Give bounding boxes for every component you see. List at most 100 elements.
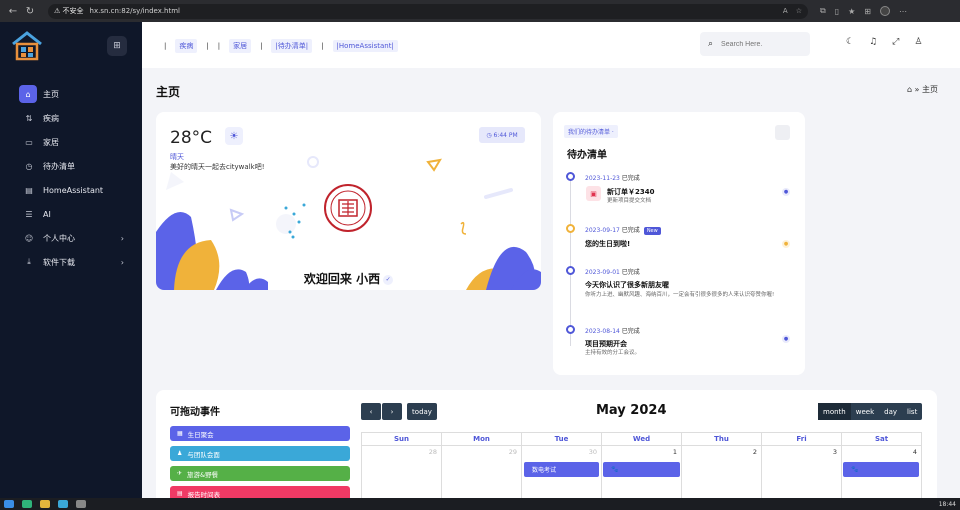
calendar-day-cell[interactable]: 1 🐾: [602, 446, 682, 498]
view-day-button[interactable]: day: [879, 403, 902, 420]
route-icon: ⇅: [25, 113, 33, 123]
prev-month-button[interactable]: ‹: [361, 403, 381, 420]
sidebar-item-profile[interactable]: ☺ 个人中心 ›: [0, 226, 142, 250]
calendar-event[interactable]: 🐾: [603, 462, 680, 477]
sidebar-item-todo[interactable]: ◷ 待办清单: [0, 154, 142, 178]
dark-mode-icon[interactable]: ☾: [846, 37, 854, 47]
sidebar-item-homeassistant[interactable]: ▤ HomeAssistant: [0, 178, 142, 202]
status-dot-icon: ●: [782, 188, 790, 196]
address-bar[interactable]: ⚠ 不安全 hx.sn.cn:82/sy/index.html A ☆: [48, 3, 808, 19]
todo-tag: 我们的待办清单 ·: [564, 125, 618, 138]
todo-options-button[interactable]: [775, 125, 790, 140]
folder-taskbar-icon[interactable]: [40, 500, 50, 508]
calendar-event[interactable]: 🐾: [843, 462, 919, 477]
draggable-event-birthday[interactable]: ▦ 生日聚会: [170, 426, 350, 441]
split-icon[interactable]: ▯: [835, 7, 839, 16]
header-bar: | 疾病 | | 家居 | |待办清单| | |HomeAssistant| ⌕…: [142, 22, 960, 68]
sidebar-item-home-furnishing[interactable]: ▭ 家居: [0, 130, 142, 154]
new-badge: New: [643, 227, 661, 235]
draggable-event-travel[interactable]: ✈ 旅游&野餐: [170, 466, 350, 481]
sun-icon: ☀: [225, 127, 243, 145]
status-dot-icon: ●: [782, 335, 790, 343]
timeline-subtitle: 更新项目提交文档: [607, 198, 652, 204]
sidebar-menu: ⌂ 主页 ⇅ 疾病 ▭ 家居 ◷ 待办清单 ▤ HomeAssistant ☰ …: [0, 82, 142, 274]
timeline-title: 新订单￥2340: [607, 188, 655, 196]
weekday-label: Sat: [874, 435, 889, 443]
download-icon: ⤓: [27, 257, 31, 266]
home-icon[interactable]: ⌂: [907, 85, 912, 94]
timeline-line: [570, 176, 571, 346]
user-icon[interactable]: ♙: [914, 37, 922, 47]
calendar-day-cell[interactable]: 30 数电考试: [522, 446, 602, 498]
sidebar-item-home[interactable]: ⌂ 主页: [0, 82, 142, 106]
grid-menu-button[interactable]: ⊞: [107, 36, 127, 56]
collections-icon[interactable]: ⊞: [864, 7, 871, 16]
calendar-day-cell[interactable]: 2: [682, 446, 762, 498]
report-icon: ▤: [177, 490, 183, 497]
app-root: ⊞ ⌂ 主页 ⇅ 疾病 ▭ 家居 ◷ 待办清单 ▤ HomeAssistant: [0, 22, 960, 498]
chevron-right-icon: ›: [120, 257, 124, 267]
draggable-event-report[interactable]: ▤ 报告时间表: [170, 486, 350, 498]
sidebar-item-ai[interactable]: ☰ AI: [0, 202, 142, 226]
calendar-weekday-header: Sun Mon Tue Wed Thu Fri Sat: [361, 432, 922, 446]
timeline-dot: [566, 224, 575, 233]
back-icon[interactable]: ←: [6, 4, 20, 18]
plane-icon: ✈: [177, 470, 183, 477]
chevron-right-icon: ›: [390, 407, 394, 416]
pdf-file-icon: ▣: [586, 186, 601, 201]
top-nav-todo[interactable]: |待办清单|: [271, 39, 313, 53]
security-warning: ⚠ 不安全: [54, 7, 84, 15]
app-taskbar-icon[interactable]: [58, 500, 68, 508]
next-month-button[interactable]: ›: [382, 403, 402, 420]
timeline-title: 您的生日到啦!: [585, 240, 631, 248]
timeline-subtitle: 主持有效的分工会议。: [585, 350, 641, 356]
calendar-day-cell[interactable]: 4 🐾: [842, 446, 921, 498]
sidebar-item-downloads[interactable]: ⤓ 软件下载 ›: [0, 250, 142, 274]
welcome-message: 欢迎回来 小西 ✓: [156, 270, 541, 287]
bell-icon[interactable]: ♫: [869, 37, 877, 47]
favorite-star-icon[interactable]: ☆: [796, 7, 802, 15]
read-aloud-icon[interactable]: A: [783, 7, 788, 15]
chevron-left-icon: ‹: [369, 407, 373, 416]
url-text: hx.sn.cn:82/sy/index.html: [89, 7, 181, 15]
menu-icon[interactable]: ⋯: [899, 7, 907, 16]
calendar-event[interactable]: 数电考试: [524, 462, 599, 477]
draggable-events-title: 可拖动事件: [170, 407, 220, 418]
sidebar-item-disease[interactable]: ⇅ 疾病: [0, 106, 142, 130]
extension-icon[interactable]: ⧉: [820, 6, 826, 16]
calendar-day-cell[interactable]: 3: [762, 446, 842, 498]
view-week-button[interactable]: week: [851, 403, 879, 420]
header-actions: ☾ ♫ ⤢ ♙: [846, 37, 922, 47]
server-icon: ▤: [25, 185, 33, 195]
calendar-week-row: 28 29 30 数电考试 1 🐾 2 3 4 🐾: [361, 446, 922, 498]
favorites-icon[interactable]: ★: [848, 7, 855, 16]
reload-icon[interactable]: ↻: [23, 4, 37, 18]
profile-avatar[interactable]: [880, 6, 890, 16]
temperature: 28°C: [170, 128, 213, 148]
today-button[interactable]: today: [407, 403, 437, 420]
view-list-button[interactable]: list: [902, 403, 922, 420]
view-month-button[interactable]: month: [818, 403, 851, 420]
browser-taskbar-icon[interactable]: [22, 500, 32, 508]
calendar-day-cell[interactable]: 29: [442, 446, 522, 498]
draggable-event-team[interactable]: ♟ 与团队会面: [170, 446, 350, 461]
top-nav: | 疾病 | | 家居 | |待办清单| | |HomeAssistant|: [164, 39, 398, 53]
weather-card: 28°C ☀ 晴天 美好的晴天一起去citywalk吧! ◷ 6:44 PM 欢…: [156, 112, 541, 290]
timeline-title: 今天你认识了很多新朋友喔: [585, 281, 669, 289]
top-nav-homeassistant[interactable]: |HomeAssistant|: [332, 40, 398, 52]
users-icon: ☺: [24, 233, 34, 243]
top-nav-home[interactable]: 家居: [229, 39, 252, 53]
timeline-title: 项目预期开会: [585, 340, 627, 348]
start-icon[interactable]: [4, 500, 14, 508]
calendar-day-cell[interactable]: 28: [362, 446, 442, 498]
verified-check-icon: ✓: [383, 274, 394, 285]
top-nav-disease[interactable]: 疾病: [175, 39, 198, 53]
fullscreen-icon[interactable]: ⤢: [892, 37, 899, 47]
app-taskbar-icon[interactable]: [76, 500, 86, 508]
weather-condition: 晴天: [170, 153, 184, 161]
calendar-view-switcher: month week day list: [818, 403, 923, 420]
search-input[interactable]: [721, 40, 802, 48]
monitor-icon: ▭: [25, 137, 33, 147]
browser-toolbar: ← ↻ ⚠ 不安全 hx.sn.cn:82/sy/index.html A ☆ …: [0, 0, 960, 22]
user-icon: ♟: [177, 450, 183, 457]
